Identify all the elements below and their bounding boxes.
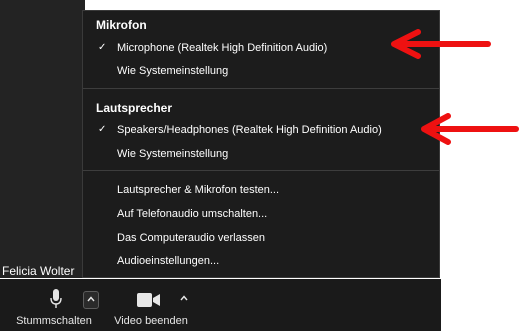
menu-item-label: Audioeinstellungen... xyxy=(117,255,220,267)
menu-divider xyxy=(83,88,439,89)
participant-video-tile xyxy=(0,0,85,278)
menu-item-leave-computer-audio[interactable]: Das Computeraudio verlassen xyxy=(83,228,439,248)
menu-item-mic-realtek[interactable]: ✓ Microphone (Realtek High Definition Au… xyxy=(83,38,439,58)
menu-item-label: Speakers/Headphones (Realtek High Defini… xyxy=(117,124,382,136)
check-icon: ✓ xyxy=(98,124,107,135)
menu-item-label: Wie Systemeinstellung xyxy=(117,148,229,160)
audio-options-button[interactable] xyxy=(83,291,99,309)
menu-item-test-audio[interactable]: Lautsprecher & Mikrofon testen... xyxy=(83,180,439,200)
mute-button[interactable]: Stummschalten xyxy=(8,315,100,327)
video-camera-icon[interactable] xyxy=(137,293,161,307)
audio-options-menu: Mikrofon ✓ Microphone (Realtek High Defi… xyxy=(82,10,440,278)
meeting-toolbar: Stummschalten Video beenden xyxy=(0,279,441,331)
menu-item-label: Lautsprecher & Mikrofon testen... xyxy=(117,184,280,196)
menu-item-mic-system-default[interactable]: Wie Systemeinstellung xyxy=(83,61,439,81)
microphone-icon[interactable] xyxy=(50,289,62,309)
menu-item-label: Wie Systemeinstellung xyxy=(117,65,229,77)
menu-item-label: Microphone (Realtek High Definition Audi… xyxy=(117,42,328,54)
red-arrow-icon xyxy=(391,29,491,59)
video-options-chevron-up-icon[interactable] xyxy=(180,295,188,301)
menu-item-switch-phone-audio[interactable]: Auf Telefonaudio umschalten... xyxy=(83,204,439,224)
menu-item-speaker-system-default[interactable]: Wie Systemeinstellung xyxy=(83,144,439,164)
menu-item-audio-settings[interactable]: Audioeinstellungen... xyxy=(83,251,439,271)
check-icon: ✓ xyxy=(98,42,107,53)
menu-item-label: Auf Telefonaudio umschalten... xyxy=(117,208,268,220)
red-arrow-icon xyxy=(421,113,519,145)
participant-name: Felicia Wolter xyxy=(2,264,75,278)
menu-divider xyxy=(83,170,439,171)
menu-item-speaker-realtek[interactable]: ✓ Speakers/Headphones (Realtek High Defi… xyxy=(83,120,439,140)
stop-video-button[interactable]: Video beenden xyxy=(110,315,192,327)
speaker-section-title: Lautsprecher xyxy=(96,101,173,115)
chevron-up-icon xyxy=(87,296,95,302)
microphone-section-title: Mikrofon xyxy=(96,18,147,32)
menu-item-label: Das Computeraudio verlassen xyxy=(117,232,265,244)
